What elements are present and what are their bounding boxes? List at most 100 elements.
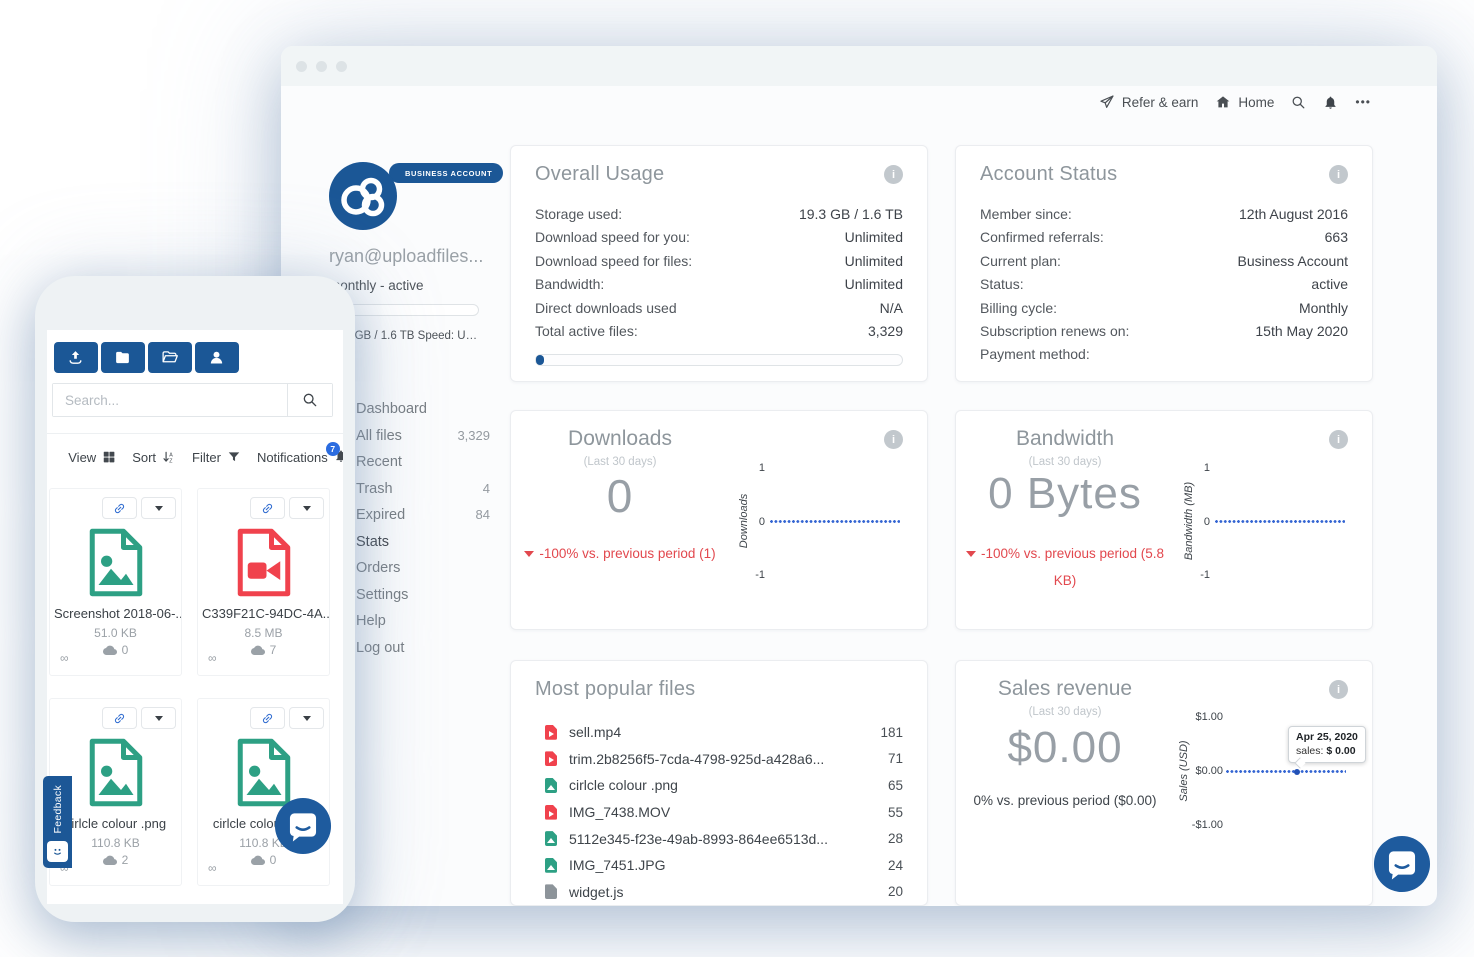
window-control-dot[interactable]	[336, 61, 347, 72]
sidebar-item-recent[interactable]: Recent	[356, 449, 490, 476]
open-folder-button[interactable]	[148, 342, 192, 373]
sidebar-item-stats[interactable]: Stats	[356, 529, 490, 556]
downloads-value: 0	[511, 469, 729, 523]
file-name: Screenshot 2018-06-...	[50, 606, 181, 621]
chat-widget-button[interactable]	[274, 797, 332, 855]
copy-link-button[interactable]	[250, 707, 285, 729]
info-icon[interactable]: i	[884, 430, 903, 449]
notifications-control[interactable]: Notifications 7	[257, 449, 343, 466]
feedback-tab[interactable]: Feedback	[43, 776, 72, 868]
file-name: C339F21C-94DC-4A...	[198, 606, 329, 621]
uploadfiles-logo	[329, 162, 397, 230]
card-subtitle: (Last 30 days)	[511, 456, 729, 468]
upload-button[interactable]	[54, 342, 98, 373]
info-icon[interactable]: i	[884, 165, 903, 184]
refer-and-earn-link[interactable]: Refer & earn	[1099, 94, 1199, 110]
copy-link-button[interactable]	[102, 497, 137, 519]
image-file-icon	[545, 831, 557, 846]
sidebar-item-orders[interactable]: Orders	[356, 555, 490, 582]
sidebar-item-settings[interactable]: Settings	[356, 582, 490, 609]
chevron-down-icon	[303, 716, 311, 721]
search-input[interactable]	[53, 384, 287, 416]
info-icon[interactable]: i	[1329, 680, 1348, 699]
home-link[interactable]: Home	[1215, 94, 1274, 110]
bandwidth-card: i Bandwidth (Last 30 days) 0 Bytes -100%…	[955, 410, 1373, 630]
chat-widget-button[interactable]	[1373, 835, 1431, 893]
bandwidth-value: 0 Bytes	[956, 469, 1174, 519]
notification-badge: 7	[326, 442, 340, 456]
popular-file-row[interactable]: cirlcle colour .png65	[545, 772, 903, 799]
popular-file-row[interactable]: IMG_7451.JPG24	[545, 852, 903, 879]
all-files-count: 3,329	[457, 423, 490, 450]
sidebar-item-dashboard[interactable]: Dashboard	[356, 396, 490, 423]
trash-count: 4	[483, 476, 490, 503]
info-icon[interactable]: i	[1329, 430, 1348, 449]
file-card[interactable]: C339F21C-94DC-4A... 8.5 MB 7 ∞	[197, 488, 330, 676]
file-card[interactable]: cirlcle colour .png 110.8 KB 0 ∞	[197, 698, 330, 886]
cloud-downloads-icon	[251, 855, 265, 865]
notifications-bell-icon[interactable]	[1323, 95, 1338, 110]
overall-usage-card: Overall Usage i Storage used:19.3 GB / 1…	[510, 145, 928, 382]
popular-file-row[interactable]: widget.js20	[545, 879, 903, 906]
file-list-toolbar: View Sort Filter Notifications 7	[47, 442, 343, 472]
home-icon	[1215, 94, 1231, 110]
file-size: 8.5 MB	[198, 626, 329, 640]
chart-tooltip: Apr 25, 2020 sales: $ 0.00	[1288, 726, 1366, 763]
copy-link-button[interactable]	[250, 497, 285, 519]
sort-control[interactable]: Sort	[132, 450, 176, 465]
search-submit-button[interactable]	[287, 384, 332, 416]
more-menu-button[interactable]: •••	[1355, 95, 1371, 109]
sort-az-icon	[162, 450, 176, 464]
window-control-dot[interactable]	[316, 61, 327, 72]
popular-file-row[interactable]: sell.mp4181	[545, 719, 903, 746]
file-menu-button[interactable]	[289, 497, 324, 519]
sidebar-item-all-files[interactable]: All files3,329	[356, 423, 490, 450]
flat-zero-line	[1215, 520, 1345, 523]
file-size: 51.0 KB	[50, 626, 181, 640]
video-file-icon	[545, 805, 557, 820]
sales-delta: 0% vs. previous period ($0.00)	[956, 787, 1174, 814]
search-icon[interactable]	[1291, 95, 1306, 110]
popular-file-row[interactable]: IMG_7438.MOV55	[545, 799, 903, 826]
sidebar-item-expired[interactable]: Expired84	[356, 502, 490, 529]
expired-count: 84	[476, 502, 490, 529]
image-file-icon	[86, 735, 146, 810]
filter-control[interactable]: Filter	[192, 450, 241, 465]
file-card[interactable]: Screenshot 2018-06-... 51.0 KB 0 ∞	[49, 488, 182, 676]
expiry-infinity: ∞	[208, 861, 217, 875]
chat-bubble-icon	[274, 797, 332, 855]
popular-file-row[interactable]: trim.2b8256f5-7cda-4798-925d-a428a6...71	[545, 746, 903, 773]
link-icon	[258, 499, 276, 517]
card-title: Sales revenue	[956, 677, 1174, 701]
account-button[interactable]	[195, 342, 239, 373]
sidebar-item-log-out[interactable]: Log out	[356, 635, 490, 662]
sales-value: $0.00	[956, 723, 1174, 773]
download-count: 2	[122, 853, 129, 867]
view-toggle[interactable]: View	[68, 450, 116, 465]
folder-open-icon	[161, 349, 178, 366]
new-folder-button[interactable]	[101, 342, 145, 373]
storage-progress-bar	[535, 354, 903, 366]
file-menu-button[interactable]	[289, 707, 324, 729]
popular-file-row[interactable]: 5112e345-f23e-49ab-8993-864ee6513d...28	[545, 825, 903, 852]
search-box	[52, 383, 333, 417]
card-subtitle: (Last 30 days)	[956, 456, 1174, 468]
file-menu-button[interactable]	[141, 497, 176, 519]
top-navigation: Refer & earn Home •••	[1099, 94, 1371, 110]
home-label: Home	[1238, 95, 1274, 110]
popular-files-card: Most popular files sell.mp4181 trim.2b82…	[510, 660, 928, 906]
info-icon[interactable]: i	[1329, 165, 1348, 184]
funnel-icon	[227, 450, 241, 464]
sidebar-item-help[interactable]: Help	[356, 608, 490, 635]
sidebar-item-trash[interactable]: Trash4	[356, 476, 490, 503]
chevron-down-icon	[155, 506, 163, 511]
flat-zero-line	[1226, 770, 1346, 773]
link-icon	[110, 709, 128, 727]
image-file-icon	[545, 778, 557, 793]
window-control-dot[interactable]	[296, 61, 307, 72]
file-menu-button[interactable]	[141, 707, 176, 729]
link-icon	[110, 499, 128, 517]
copy-link-button[interactable]	[102, 707, 137, 729]
search-icon	[302, 392, 318, 408]
flat-zero-line	[770, 520, 900, 523]
